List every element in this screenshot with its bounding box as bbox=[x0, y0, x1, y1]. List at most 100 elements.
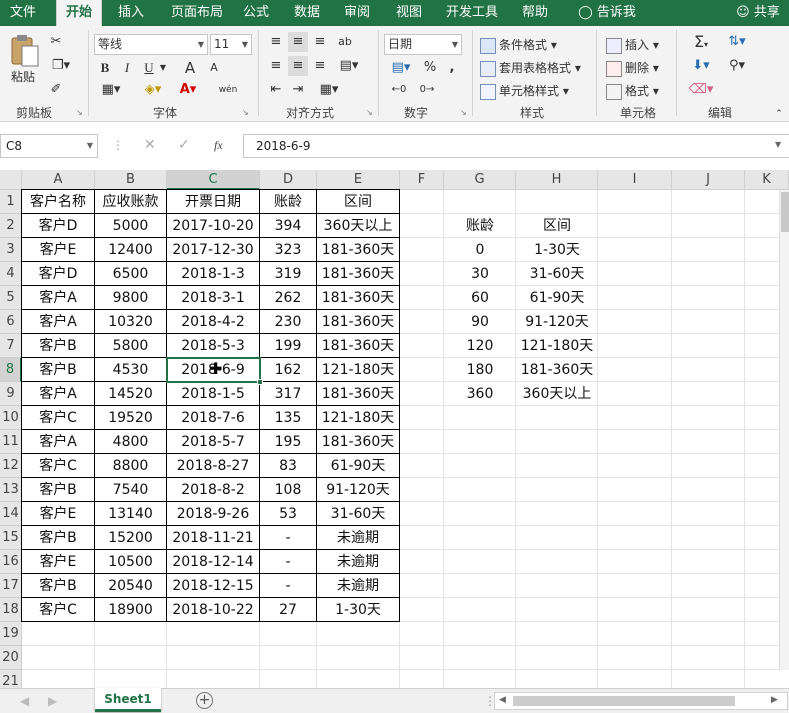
tab-file[interactable]: 文件 bbox=[0, 0, 46, 26]
row-header-12[interactable]: 12 bbox=[0, 454, 22, 478]
lookup-header-cell[interactable]: 区间 bbox=[516, 214, 598, 238]
table-cell[interactable]: 8800 bbox=[95, 454, 167, 478]
table-cell[interactable]: 2017-10-20 bbox=[167, 214, 260, 238]
table-cell[interactable]: 319 bbox=[260, 262, 317, 286]
align-middle-icon[interactable]: ≡ bbox=[288, 32, 308, 52]
column-header-a[interactable]: A bbox=[22, 170, 95, 190]
row-header-14[interactable]: 14 bbox=[0, 502, 22, 526]
table-cell[interactable]: 2018-5-7 bbox=[167, 430, 260, 454]
lookup-cell[interactable]: 1-30天 bbox=[516, 238, 598, 262]
row-header-21[interactable]: 21 bbox=[0, 670, 22, 688]
table-cell[interactable]: 客户A bbox=[22, 430, 95, 454]
increase-indent-icon[interactable]: ⇥ bbox=[288, 80, 308, 100]
table-cell[interactable]: 2018-4-2 bbox=[167, 310, 260, 334]
table-cell[interactable]: 27 bbox=[260, 598, 317, 622]
table-cell[interactable]: 181-360天 bbox=[317, 430, 400, 454]
table-cell[interactable]: 181-360天 bbox=[317, 238, 400, 262]
table-cell[interactable]: 12400 bbox=[95, 238, 167, 262]
table-cell[interactable]: 未逾期 bbox=[317, 574, 400, 598]
table-cell[interactable]: - bbox=[260, 550, 317, 574]
align-left-icon[interactable]: ≡ bbox=[266, 56, 286, 76]
row-header-8[interactable]: 8 bbox=[0, 358, 22, 382]
find-select-icon[interactable]: ⚲▾ bbox=[722, 56, 752, 76]
fill-color-icon[interactable]: ◈▾ bbox=[140, 80, 166, 100]
tab-page-layout[interactable]: 页面布局 bbox=[160, 0, 234, 26]
decrease-indent-icon[interactable]: ⇤ bbox=[266, 80, 286, 100]
table-cell[interactable]: 5000 bbox=[95, 214, 167, 238]
lookup-cell[interactable]: 0 bbox=[444, 238, 516, 262]
table-cell[interactable]: 7540 bbox=[95, 478, 167, 502]
row-header-9[interactable]: 9 bbox=[0, 382, 22, 406]
table-cell[interactable]: 15200 bbox=[95, 526, 167, 550]
format-cells-button[interactable]: 格式 ▾ bbox=[606, 82, 659, 100]
table-cell[interactable]: 20540 bbox=[95, 574, 167, 598]
table-cell[interactable]: 客户A bbox=[22, 382, 95, 406]
borders-icon[interactable]: ▦▾ bbox=[96, 80, 126, 100]
table-cell[interactable]: 客户C bbox=[22, 454, 95, 478]
formula-input[interactable]: 2018-6-9 bbox=[243, 134, 789, 158]
table-cell[interactable]: 181-360天 bbox=[317, 310, 400, 334]
underline-button[interactable]: U bbox=[140, 58, 158, 78]
cancel-icon[interactable]: ✕ bbox=[144, 137, 156, 153]
phonetic-button[interactable]: wén bbox=[214, 80, 242, 100]
tab-home[interactable]: 开始 bbox=[56, 0, 102, 26]
table-cell[interactable]: 262 bbox=[260, 286, 317, 310]
table-cell[interactable]: - bbox=[260, 526, 317, 550]
merge-center-icon[interactable]: ▦▾ bbox=[314, 80, 344, 100]
table-header-cell[interactable]: 账龄 bbox=[260, 190, 317, 214]
font-launcher-icon[interactable]: ↘ bbox=[242, 108, 249, 117]
row-header-11[interactable]: 11 bbox=[0, 430, 22, 454]
table-cell[interactable]: 2018-11-21 bbox=[167, 526, 260, 550]
table-cell[interactable]: 317 bbox=[260, 382, 317, 406]
horizontal-scrollbar[interactable]: ◀ ▶ bbox=[494, 692, 788, 710]
table-cell[interactable]: 6500 bbox=[95, 262, 167, 286]
row-header-5[interactable]: 5 bbox=[0, 286, 22, 310]
table-cell[interactable]: 2018-1-3 bbox=[167, 262, 260, 286]
font-color-icon[interactable]: A▾ bbox=[174, 80, 202, 100]
table-cell[interactable]: 客户A bbox=[22, 310, 95, 334]
table-cell[interactable]: 31-60天 bbox=[317, 502, 400, 526]
table-cell[interactable]: 394 bbox=[260, 214, 317, 238]
lookup-cell[interactable]: 360 bbox=[444, 382, 516, 406]
autosum-button[interactable]: Σ▾ bbox=[686, 32, 716, 52]
tab-review[interactable]: 审阅 bbox=[336, 0, 378, 26]
lookup-cell[interactable]: 180 bbox=[444, 358, 516, 382]
copy-icon[interactable]: ❐▾ bbox=[46, 56, 76, 76]
column-header-k[interactable]: K bbox=[745, 170, 789, 190]
row-header-2[interactable]: 2 bbox=[0, 214, 22, 238]
lookup-cell[interactable]: 30 bbox=[444, 262, 516, 286]
tab-help[interactable]: 帮助 bbox=[514, 0, 556, 26]
column-header-g[interactable]: G bbox=[444, 170, 516, 190]
table-header-cell[interactable]: 区间 bbox=[317, 190, 400, 214]
table-cell[interactable]: 83 bbox=[260, 454, 317, 478]
column-header-d[interactable]: D bbox=[260, 170, 317, 190]
row-header-7[interactable]: 7 bbox=[0, 334, 22, 358]
delete-cells-button[interactable]: 删除 ▾ bbox=[606, 59, 659, 77]
worksheet-grid[interactable]: ABCDEFGHIJK 1 2 3 4 5 6 7 8 9 10 11 12 13 14 15 16 17 18 1… bbox=[0, 170, 789, 688]
table-cell[interactable]: 2018-7-6 bbox=[167, 406, 260, 430]
table-header-cell[interactable]: 开票日期 bbox=[167, 190, 260, 214]
table-cell[interactable]: 18900 bbox=[95, 598, 167, 622]
table-cell[interactable]: 13140 bbox=[95, 502, 167, 526]
row-header-3[interactable]: 3 bbox=[0, 238, 22, 262]
clipboard-launcher-icon[interactable]: ↘ bbox=[76, 108, 83, 117]
tab-developer[interactable]: 开发工具 bbox=[440, 0, 504, 26]
table-cell[interactable]: 客户B bbox=[22, 334, 95, 358]
table-cell[interactable]: 客户E bbox=[22, 238, 95, 262]
table-cell[interactable]: - bbox=[260, 574, 317, 598]
wrap-text-icon[interactable]: ▤▾ bbox=[334, 56, 364, 76]
table-header-cell[interactable]: 客户名称 bbox=[22, 190, 95, 214]
align-right-icon[interactable]: ≡ bbox=[310, 56, 330, 76]
table-cell[interactable]: 未逾期 bbox=[317, 526, 400, 550]
name-box[interactable]: C8 ▼ bbox=[0, 134, 98, 158]
table-cell[interactable]: 客户D bbox=[22, 214, 95, 238]
lookup-cell[interactable]: 181-360天 bbox=[516, 358, 598, 382]
row-header-6[interactable]: 6 bbox=[0, 310, 22, 334]
row-header-19[interactable]: 19 bbox=[0, 622, 22, 646]
table-cell[interactable]: 4530 bbox=[95, 358, 167, 382]
cut-icon[interactable]: ✂ bbox=[46, 32, 66, 52]
table-cell[interactable]: 121-180天 bbox=[317, 358, 400, 382]
row-header-15[interactable]: 15 bbox=[0, 526, 22, 550]
table-cell[interactable]: 91-120天 bbox=[317, 478, 400, 502]
table-cell[interactable]: 2018-3-1 bbox=[167, 286, 260, 310]
